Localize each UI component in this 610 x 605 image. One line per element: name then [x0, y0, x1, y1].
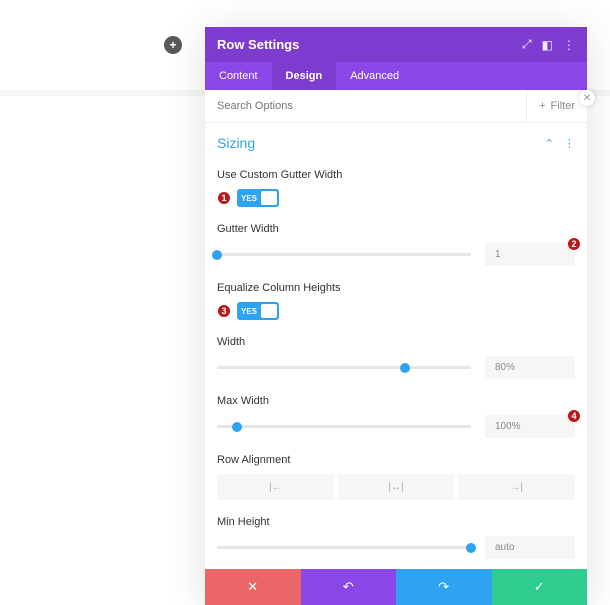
slider-thumb[interactable]	[232, 422, 242, 432]
modal-title: Row Settings	[217, 37, 299, 52]
field-label: Row Alignment	[217, 454, 575, 466]
field-gutter-width: Gutter Width 2	[217, 215, 575, 274]
filter-label: Filter	[551, 100, 575, 112]
row-settings-modal: Row Settings ⤢ ◧ ⋮ Content Design Advanc…	[205, 27, 587, 605]
toggle-knob	[261, 304, 277, 318]
slider-gutter-width[interactable]	[217, 253, 471, 256]
toggle-use-custom-gutter[interactable]: YES	[237, 189, 279, 207]
section-title: Sizing	[217, 135, 255, 151]
toggle-equalize[interactable]: YES	[237, 302, 279, 320]
callout-badge-4: 4	[567, 409, 581, 423]
toggle-knob	[261, 191, 277, 205]
close-icon[interactable]: ✕	[579, 90, 595, 106]
filter-button[interactable]: + Filter	[526, 90, 587, 122]
field-label: Max Width	[217, 395, 575, 407]
plus-icon: +	[539, 100, 545, 112]
slider-thumb[interactable]	[466, 543, 476, 553]
slider-thumb[interactable]	[400, 363, 410, 373]
slider-thumb[interactable]	[212, 250, 222, 260]
modal-footer: ✕ ↶ ↷ ✓	[205, 569, 587, 605]
field-label: Use Custom Gutter Width	[217, 169, 575, 181]
add-button[interactable]: +	[164, 36, 182, 54]
slider-width[interactable]	[217, 366, 471, 369]
callout-badge-3: 3	[217, 304, 231, 318]
modal-header: Row Settings ⤢ ◧ ⋮ Content Design Advanc…	[205, 27, 587, 90]
tab-content[interactable]: Content	[205, 62, 272, 90]
redo-button[interactable]: ↷	[396, 569, 492, 605]
chevron-up-icon: ⌃	[545, 137, 554, 150]
align-center-button[interactable]: |↔|	[338, 474, 455, 500]
field-width: Width	[217, 328, 575, 387]
field-label: Gutter Width	[217, 223, 575, 235]
slider-max-width[interactable]	[217, 425, 471, 428]
field-label: Equalize Column Heights	[217, 282, 575, 294]
search-row: + Filter	[205, 90, 587, 123]
field-use-custom-gutter: Use Custom Gutter Width 1 YES	[217, 161, 575, 215]
expand-icon[interactable]: ⤢	[522, 37, 532, 52]
snap-icon[interactable]: ◧	[542, 38, 553, 52]
callout-badge-1: 1	[217, 191, 231, 205]
align-left-button[interactable]: |←	[217, 474, 334, 500]
field-label: Width	[217, 336, 575, 348]
field-equalize: Equalize Column Heights 3 YES	[217, 274, 575, 328]
section-sizing-head[interactable]: Sizing ⌃ ⋮	[217, 123, 575, 161]
align-right-button[interactable]: →|	[458, 474, 575, 500]
undo-button[interactable]: ↶	[301, 569, 397, 605]
cancel-button[interactable]: ✕	[205, 569, 301, 605]
tab-design[interactable]: Design	[272, 62, 337, 90]
toggle-text: YES	[241, 307, 257, 316]
field-label: Min Height	[217, 516, 575, 528]
gutter-width-value[interactable]	[485, 243, 575, 266]
max-width-value[interactable]	[485, 415, 575, 438]
tabs: Content Design Advanced	[205, 62, 587, 90]
toggle-text: YES	[241, 194, 257, 203]
field-row-alignment: Row Alignment |← |↔| →|	[217, 446, 575, 508]
menu-icon[interactable]: ⋮	[564, 137, 575, 150]
modal-body: Sizing ⌃⋮ Use Custom Gutter Width 1 YES …	[205, 123, 587, 569]
tab-advanced[interactable]: Advanced	[336, 62, 413, 90]
menu-icon[interactable]: ⋮	[563, 38, 575, 52]
field-max-width: Max Width 4	[217, 387, 575, 446]
field-min-height: Min Height	[217, 508, 575, 567]
width-value[interactable]	[485, 356, 575, 379]
save-button[interactable]: ✓	[492, 569, 588, 605]
callout-badge-2: 2	[567, 237, 581, 251]
slider-min-height[interactable]	[217, 546, 471, 549]
min-height-value[interactable]	[485, 536, 575, 559]
search-input[interactable]	[205, 90, 526, 122]
